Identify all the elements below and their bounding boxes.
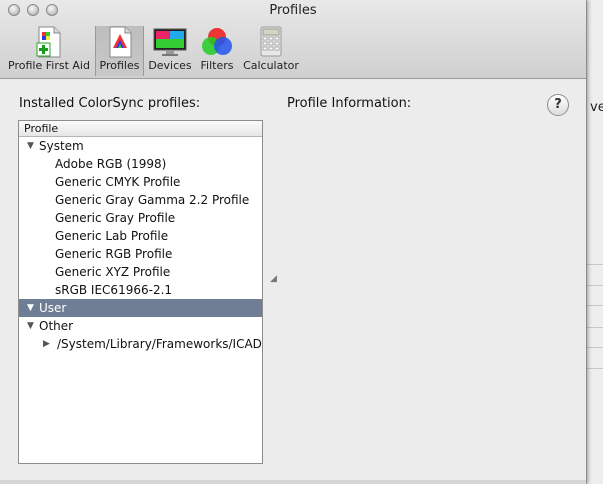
toolbar-label: Calculator <box>243 59 299 72</box>
toolbar-profile-first-aid[interactable]: Profile First Aid <box>6 26 92 76</box>
list-item[interactable]: Generic CMYK Profile <box>19 173 262 191</box>
help-button[interactable]: ? <box>547 94 569 116</box>
profile-name: Generic Lab Profile <box>55 229 169 243</box>
background-divider <box>587 347 603 348</box>
toolbar-devices[interactable]: Devices <box>146 26 194 76</box>
installed-profiles-heading: Installed ColorSync profiles: <box>19 96 201 111</box>
calculator-icon <box>259 26 283 61</box>
main-content: Installed ColorSync profiles: Profile In… <box>0 79 586 484</box>
profile-name: Generic RGB Profile <box>55 247 173 261</box>
toolbar-label: Filters <box>200 59 234 72</box>
list-item[interactable]: Adobe RGB (1998) <box>19 155 262 173</box>
group-label: User <box>39 301 67 315</box>
monitor-icon <box>153 26 187 61</box>
first-aid-doc-icon <box>35 26 63 61</box>
list-item[interactable]: Generic RGB Profile <box>19 245 262 263</box>
group-label: System <box>39 139 84 153</box>
profile-list[interactable]: Profile ▼ System Adobe RGB (1998) Generi… <box>18 120 263 464</box>
background-divider <box>587 305 603 306</box>
folder-row[interactable]: ▶ /System/Library/Frameworks/ICADevices <box>19 335 262 353</box>
group-row-system[interactable]: ▼ System <box>19 137 262 155</box>
split-resize-handle-icon[interactable]: ◢ <box>270 274 277 284</box>
group-label: Other <box>39 319 74 333</box>
toolbar-calculator[interactable]: Calculator <box>240 26 302 76</box>
background-divider <box>587 368 603 369</box>
group-row-user[interactable]: ▼ User <box>19 299 262 317</box>
profile-information-heading: Profile Information: <box>287 96 412 111</box>
disclosure-triangle-down-icon[interactable]: ▼ <box>27 299 34 317</box>
profile-column-header[interactable]: Profile <box>19 121 262 137</box>
toolbar-profiles[interactable]: Profiles <box>95 26 144 76</box>
profiles-doc-icon <box>107 26 133 61</box>
toolbar-filters[interactable]: Filters <box>196 26 238 76</box>
group-row-other[interactable]: ▼ Other <box>19 317 262 335</box>
window-title: Profiles <box>269 3 317 18</box>
toolbar-label: Profiles <box>99 59 140 72</box>
disclosure-triangle-right-icon[interactable]: ▶ <box>43 335 50 353</box>
toolbar-label: Profile First Aid <box>8 59 90 72</box>
list-item[interactable]: Generic Gray Profile <box>19 209 262 227</box>
profile-name: Generic Gray Gamma 2.2 Profile <box>55 193 250 207</box>
background-divider <box>587 327 603 328</box>
profile-name: Adobe RGB (1998) <box>55 157 167 171</box>
toolbar-label: Devices <box>148 59 192 72</box>
list-item[interactable]: Generic XYZ Profile <box>19 263 262 281</box>
color-circles-icon <box>200 26 234 61</box>
background-window: ve <box>586 0 603 484</box>
profile-name: Generic XYZ Profile <box>55 265 171 279</box>
disclosure-triangle-down-icon[interactable]: ▼ <box>27 317 34 335</box>
folder-path: /System/Library/Frameworks/ICADevices <box>57 337 262 351</box>
background-divider <box>587 264 603 265</box>
titlebar-toolbar: Profiles Profile First Aid Profiles Devi… <box>0 0 586 79</box>
window-bottom-edge <box>0 480 586 484</box>
list-item[interactable]: Generic Lab Profile <box>19 227 262 245</box>
list-item[interactable]: Generic Gray Gamma 2.2 Profile <box>19 191 262 209</box>
background-divider <box>587 285 603 286</box>
disclosure-triangle-down-icon[interactable]: ▼ <box>27 137 34 155</box>
profile-name: Generic CMYK Profile <box>55 175 181 189</box>
colorsync-window: Profiles Profile First Aid Profiles Devi… <box>0 0 586 484</box>
background-text-fragment: ve <box>590 100 603 115</box>
profile-name: sRGB IEC61966-2.1 <box>55 283 173 297</box>
list-item[interactable]: sRGB IEC61966-2.1 <box>19 281 262 299</box>
profile-name: Generic Gray Profile <box>55 211 176 225</box>
